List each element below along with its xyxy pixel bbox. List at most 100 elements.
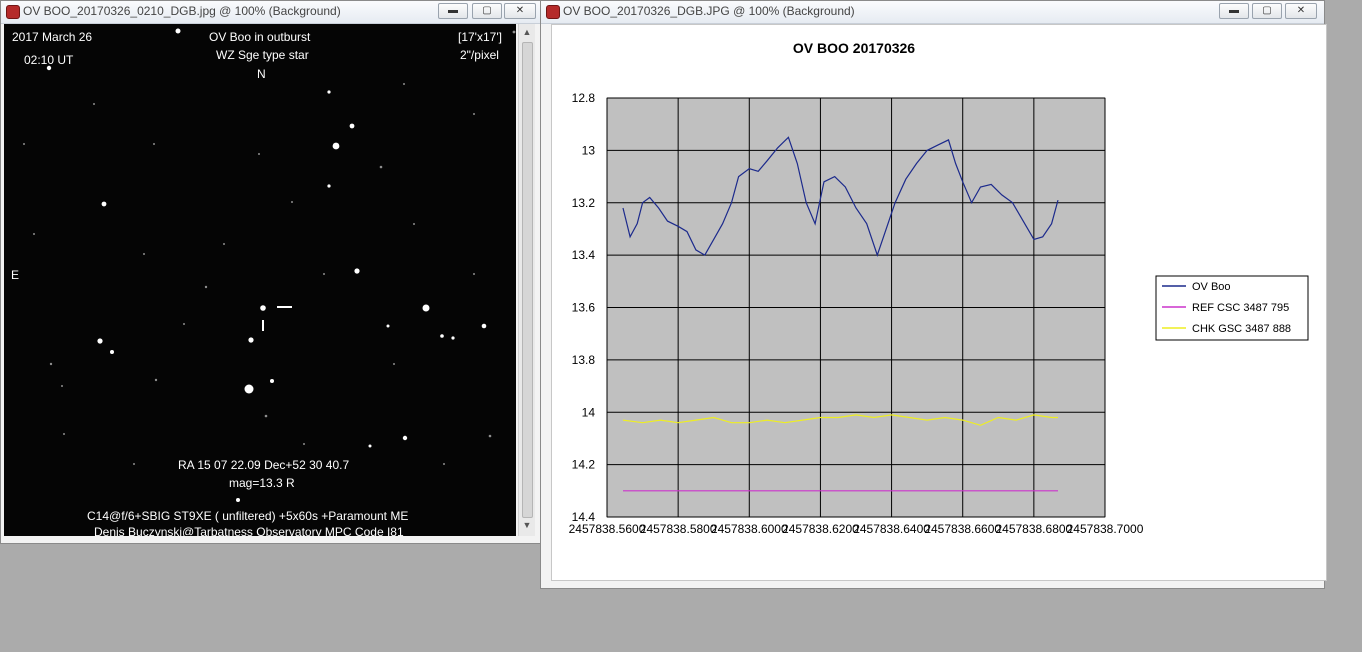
y-tick-label: 13.2 bbox=[572, 196, 596, 210]
star bbox=[204, 285, 208, 289]
star bbox=[451, 336, 455, 340]
x-tick-label: 2457838.6400 bbox=[853, 522, 930, 536]
image-window-title: OV BOO_20170326_0210_DGB.jpg @ 100% (Bac… bbox=[23, 4, 341, 18]
star bbox=[323, 273, 325, 275]
y-tick-label: 14 bbox=[582, 405, 596, 419]
x-tick-label: 2457838.5800 bbox=[640, 522, 717, 536]
overlay-scale: 2"/pixel bbox=[460, 48, 499, 62]
star bbox=[440, 334, 444, 338]
star bbox=[403, 83, 405, 85]
maximize-button[interactable]: ▢ bbox=[1252, 3, 1282, 19]
chart-window[interactable]: OV BOO_20170326_DGB.JPG @ 100% (Backgrou… bbox=[540, 0, 1327, 589]
x-tick-label: 2457838.6200 bbox=[782, 522, 859, 536]
minimize-button[interactable]: ▬ bbox=[438, 3, 468, 19]
star-field-image[interactable]: 2017 March 26 02:10 UT OV Boo in outburs… bbox=[4, 24, 516, 536]
star bbox=[258, 153, 260, 155]
y-tick-label: 13.6 bbox=[572, 301, 596, 315]
star bbox=[327, 90, 331, 94]
chart-window-titlebar[interactable]: OV BOO_20170326_DGB.JPG @ 100% (Backgrou… bbox=[541, 1, 1324, 24]
y-tick-label: 14.2 bbox=[572, 458, 596, 472]
star bbox=[349, 123, 355, 129]
star bbox=[236, 498, 240, 502]
star bbox=[393, 363, 395, 365]
star bbox=[61, 385, 63, 387]
image-window-titlebar[interactable]: OV BOO_20170326_0210_DGB.jpg @ 100% (Bac… bbox=[1, 1, 542, 24]
chart-window-title: OV BOO_20170326_DGB.JPG @ 100% (Backgrou… bbox=[563, 4, 855, 18]
star bbox=[291, 201, 293, 203]
app-icon bbox=[6, 5, 20, 19]
star bbox=[93, 103, 95, 105]
overlay-fov: [17'x17'] bbox=[458, 30, 502, 44]
image-window[interactable]: OV BOO_20170326_0210_DGB.jpg @ 100% (Bac… bbox=[0, 0, 543, 544]
star bbox=[327, 184, 331, 188]
overlay-coords: RA 15 07 22.09 Dec+52 30 40.7 bbox=[178, 458, 350, 472]
scroll-down-icon[interactable]: ▼ bbox=[521, 520, 533, 532]
star bbox=[153, 143, 155, 145]
star bbox=[63, 433, 65, 435]
star bbox=[97, 338, 103, 344]
overlay-credit: Denis Buczynski@Tarbatness Observatory M… bbox=[94, 525, 404, 536]
y-tick-label: 13.4 bbox=[572, 248, 596, 262]
star bbox=[244, 384, 254, 394]
star bbox=[422, 304, 430, 312]
star bbox=[264, 414, 268, 418]
star bbox=[481, 323, 487, 329]
star bbox=[512, 30, 516, 34]
overlay-headline: OV Boo in outburst bbox=[209, 30, 311, 44]
star bbox=[332, 142, 340, 150]
overlay-date: 2017 March 26 bbox=[12, 30, 93, 44]
y-tick-label: 13 bbox=[582, 143, 596, 157]
overlay-equipment: C14@f/6+SBIG ST9XE ( unfiltered) +5x60s … bbox=[87, 509, 409, 523]
app-icon bbox=[546, 5, 560, 19]
star bbox=[110, 350, 114, 354]
overlay-mag: mag=13.3 R bbox=[229, 476, 295, 490]
star bbox=[413, 223, 415, 225]
x-tick-label: 2457838.6800 bbox=[995, 522, 1072, 536]
star bbox=[49, 362, 53, 366]
star bbox=[133, 463, 135, 465]
star bbox=[473, 273, 475, 275]
x-tick-label: 2457838.5600 bbox=[569, 522, 646, 536]
star bbox=[101, 201, 107, 207]
star bbox=[368, 444, 372, 448]
star bbox=[473, 113, 475, 115]
legend-label: REF CSC 3487 795 bbox=[1192, 302, 1289, 314]
star bbox=[183, 323, 185, 325]
vertical-scrollbar[interactable]: ▲ ▼ bbox=[518, 24, 535, 536]
minimize-button[interactable]: ▬ bbox=[1219, 3, 1249, 19]
overlay-time: 02:10 UT bbox=[24, 53, 74, 67]
star bbox=[270, 379, 274, 383]
legend-label: OV Boo bbox=[1192, 281, 1231, 293]
star bbox=[23, 143, 25, 145]
star bbox=[354, 268, 360, 274]
close-button[interactable]: ✕ bbox=[1285, 3, 1317, 19]
star bbox=[260, 305, 266, 311]
star bbox=[248, 337, 254, 343]
chart-title: OV BOO 20170326 bbox=[793, 40, 915, 56]
star bbox=[379, 165, 383, 169]
star bbox=[154, 378, 158, 382]
scroll-up-icon[interactable]: ▲ bbox=[521, 27, 533, 39]
star bbox=[443, 463, 445, 465]
legend-label: CHK GSC 3487 888 bbox=[1192, 323, 1291, 335]
star bbox=[386, 324, 390, 328]
chart-image: OV BOO 20170326 12.8 13 13.2 13.4 13.6 13.8 14… bbox=[551, 24, 1327, 581]
star bbox=[223, 243, 225, 245]
maximize-button[interactable]: ▢ bbox=[472, 3, 502, 19]
y-tick-label: 12.8 bbox=[572, 91, 596, 105]
light-curve-chart: OV BOO 20170326 12.8 13 13.2 13.4 13.6 13.8 14… bbox=[569, 40, 1309, 536]
x-tick-label: 2457838.6600 bbox=[924, 522, 1001, 536]
overlay-east: E bbox=[11, 268, 20, 282]
overlay-north: N bbox=[257, 67, 266, 81]
close-button[interactable]: ✕ bbox=[504, 3, 536, 19]
star bbox=[33, 233, 35, 235]
star bbox=[303, 443, 305, 445]
x-tick-label: 2457838.7000 bbox=[1067, 522, 1144, 536]
star bbox=[143, 253, 145, 255]
star bbox=[175, 28, 181, 34]
star bbox=[402, 435, 408, 441]
scrollbar-thumb[interactable] bbox=[522, 42, 533, 518]
y-tick-label: 13.8 bbox=[572, 353, 596, 367]
overlay-subtitle: WZ Sge type star bbox=[216, 48, 309, 62]
x-tick-label: 2457838.6000 bbox=[711, 522, 788, 536]
